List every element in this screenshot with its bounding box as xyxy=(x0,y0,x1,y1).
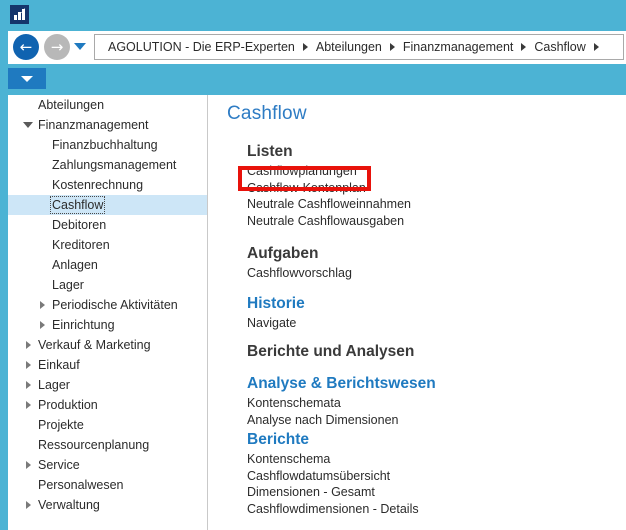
collapse-triangle-icon[interactable] xyxy=(22,115,34,135)
breadcrumb-separator-icon xyxy=(302,43,308,51)
content-link[interactable]: Navigate xyxy=(247,315,305,332)
sidebar-item-anlagen[interactable]: Anlagen xyxy=(8,255,207,275)
breadcrumb[interactable]: AGOLUTION - Die ERP-Experten Abteilungen… xyxy=(94,34,624,60)
forward-arrow-icon: → xyxy=(50,38,64,56)
content-link[interactable]: Cashflowdimensionen - Details xyxy=(247,501,419,518)
section-heading: Berichte und Analysen xyxy=(247,343,415,360)
sidebar-item-label: Finanzbuchhaltung xyxy=(52,138,158,152)
sidebar-item-label: Personalwesen xyxy=(38,478,124,492)
section-heading: Listen xyxy=(247,143,293,160)
sidebar-item-label: Zahlungsmanagement xyxy=(52,158,177,172)
expand-triangle-icon[interactable] xyxy=(22,375,34,395)
content-pane: Cashflow Listen Cashflowplanungen Cashflow… xyxy=(209,95,626,530)
section-heading: Analyse & Berichtswesen xyxy=(247,375,436,392)
section-heading: Berichte xyxy=(247,431,310,448)
sidebar-item-service[interactable]: Service xyxy=(8,455,207,475)
content-section: Berichte Kontenschema Cashflowdatumsübersi… xyxy=(247,431,419,517)
expand-triangle-icon[interactable] xyxy=(22,355,34,375)
sidebar-item-label: Finanzmanagement xyxy=(38,118,149,132)
breadcrumb-separator-icon xyxy=(389,43,395,51)
breadcrumb-separator-icon xyxy=(593,43,599,51)
sidebar-item-abteilungen[interactable]: Abteilungen xyxy=(8,95,207,115)
sidebar-item-projekte[interactable]: Projekte xyxy=(8,415,207,435)
content-link[interactable]: Cashflowplanungen xyxy=(247,163,411,180)
sidebar-item-label: Kreditoren xyxy=(52,238,110,252)
sidebar-item-verkauf-marketing[interactable]: Verkauf & Marketing xyxy=(8,335,207,355)
sidebar-item-kreditoren[interactable]: Kreditoren xyxy=(8,235,207,255)
title-bar xyxy=(0,0,626,28)
left-edge-strip xyxy=(0,95,8,530)
sidebar-item-ressourcenplanung[interactable]: Ressourcenplanung xyxy=(8,435,207,455)
sidebar-item-label: Periodische Aktivitäten xyxy=(52,298,178,312)
back-button[interactable]: ← xyxy=(13,34,39,60)
content-section: Aufgaben Cashflowvorschlag xyxy=(247,245,352,282)
content-section: Listen Cashflowplanungen Cashflow-Kontenpl… xyxy=(247,143,411,229)
sidebar-item-label: Cashflow xyxy=(49,196,106,214)
sidebar-item-zahlungsmanagement[interactable]: Zahlungsmanagement xyxy=(8,155,207,175)
content-link[interactable]: Kontenschema xyxy=(247,451,419,468)
page-title: Cashflow xyxy=(227,103,307,124)
breadcrumb-separator-icon xyxy=(521,43,527,51)
section-heading: Aufgaben xyxy=(247,245,319,262)
sidebar-item-label: Einrichtung xyxy=(52,318,115,332)
expand-triangle-icon[interactable] xyxy=(36,315,48,335)
sidebar-item-lager[interactable]: Lager xyxy=(8,275,207,295)
content-link[interactable]: Cashflowvorschlag xyxy=(247,265,352,282)
sidebar-item-label: Debitoren xyxy=(52,218,107,232)
content-section: Berichte und Analysen xyxy=(247,343,414,363)
content-section: Analyse & Berichtswesen Kontenschemata Ana… xyxy=(247,375,436,428)
sidebar-item-produktion[interactable]: Produktion xyxy=(8,395,207,415)
sidebar-item-personalwesen[interactable]: Personalwesen xyxy=(8,475,207,495)
sidebar-item-label: Kostenrechnung xyxy=(52,178,144,192)
sidebar-item-finanzmanagement[interactable]: Finanzmanagement xyxy=(8,115,207,135)
expand-triangle-icon[interactable] xyxy=(22,455,34,475)
expand-triangle-icon[interactable] xyxy=(22,335,34,355)
breadcrumb-item-finanzmanagement[interactable]: Finanzmanagement xyxy=(403,40,513,54)
sidebar-item-verwaltung[interactable]: Verwaltung xyxy=(8,495,207,515)
sidebar-item-label: Verkauf & Marketing xyxy=(38,338,151,352)
breadcrumb-item-cashflow[interactable]: Cashflow xyxy=(534,40,585,54)
sidebar-item-label: Abteilungen xyxy=(38,98,105,112)
content-link[interactable]: Cashflow-Kontenplan xyxy=(247,180,411,197)
sidebar-item-finanzbuchhaltung[interactable]: Finanzbuchhaltung xyxy=(8,135,207,155)
sidebar-item-einkauf[interactable]: Einkauf xyxy=(8,355,207,375)
forward-button[interactable]: → xyxy=(44,34,70,60)
expand-triangle-icon[interactable] xyxy=(22,495,34,515)
navigation-row: ← → AGOLUTION - Die ERP-Experten Abteilu… xyxy=(8,31,626,64)
content-link[interactable]: Neutrale Cashflowausgaben xyxy=(247,213,411,230)
address-dropdown-button[interactable] xyxy=(8,68,46,89)
sidebar-item-label: Lager xyxy=(52,278,84,292)
sidebar-item-label: Verwaltung xyxy=(38,498,100,512)
navigation-band: ← → AGOLUTION - Die ERP-Experten Abteilu… xyxy=(0,28,626,95)
sidebar-item-cashflow[interactable]: Cashflow xyxy=(8,195,207,215)
chevron-down-icon xyxy=(21,76,33,82)
content-link[interactable]: Dimensionen - Gesamt xyxy=(247,484,419,501)
section-heading: Historie xyxy=(247,295,305,312)
expand-triangle-icon[interactable] xyxy=(22,395,34,415)
expand-triangle-icon[interactable] xyxy=(36,295,48,315)
sidebar-item-kostenrechnung[interactable]: Kostenrechnung xyxy=(8,175,207,195)
sidebar-item-debitoren[interactable]: Debitoren xyxy=(8,215,207,235)
sidebar-item-label: Projekte xyxy=(38,418,84,432)
sidebar-item-label: Produktion xyxy=(38,398,98,412)
sidebar-item-periodische-aktivit-ten[interactable]: Periodische Aktivitäten xyxy=(8,295,207,315)
breadcrumb-item-root[interactable]: AGOLUTION - Die ERP-Experten xyxy=(108,40,295,54)
sidebar-item-label: Ressourcenplanung xyxy=(38,438,150,452)
sidebar-item-label: Anlagen xyxy=(52,258,98,272)
sidebar-item-label: Einkauf xyxy=(38,358,80,372)
sidebar-item-lager[interactable]: Lager xyxy=(8,375,207,395)
sidebar-item-einrichtung[interactable]: Einrichtung xyxy=(8,315,207,335)
sidebar-navigation-tree: Abteilungen Finanzmanagement Finanzbuchhal… xyxy=(8,95,208,530)
history-dropdown-caret-icon[interactable] xyxy=(74,43,86,50)
back-arrow-icon: ← xyxy=(19,38,33,56)
content-section: Historie Navigate xyxy=(247,295,305,332)
app-logo-icon xyxy=(10,5,29,24)
breadcrumb-item-abteilungen[interactable]: Abteilungen xyxy=(316,40,382,54)
sidebar-item-label: Service xyxy=(38,458,80,472)
content-link[interactable]: Cashflowdatumsübersicht xyxy=(247,468,419,485)
content-link[interactable]: Kontenschemata xyxy=(247,395,436,412)
content-link[interactable]: Analyse nach Dimensionen xyxy=(247,412,436,429)
content-link[interactable]: Neutrale Cashfloweinnahmen xyxy=(247,196,411,213)
sidebar-item-label: Lager xyxy=(38,378,70,392)
